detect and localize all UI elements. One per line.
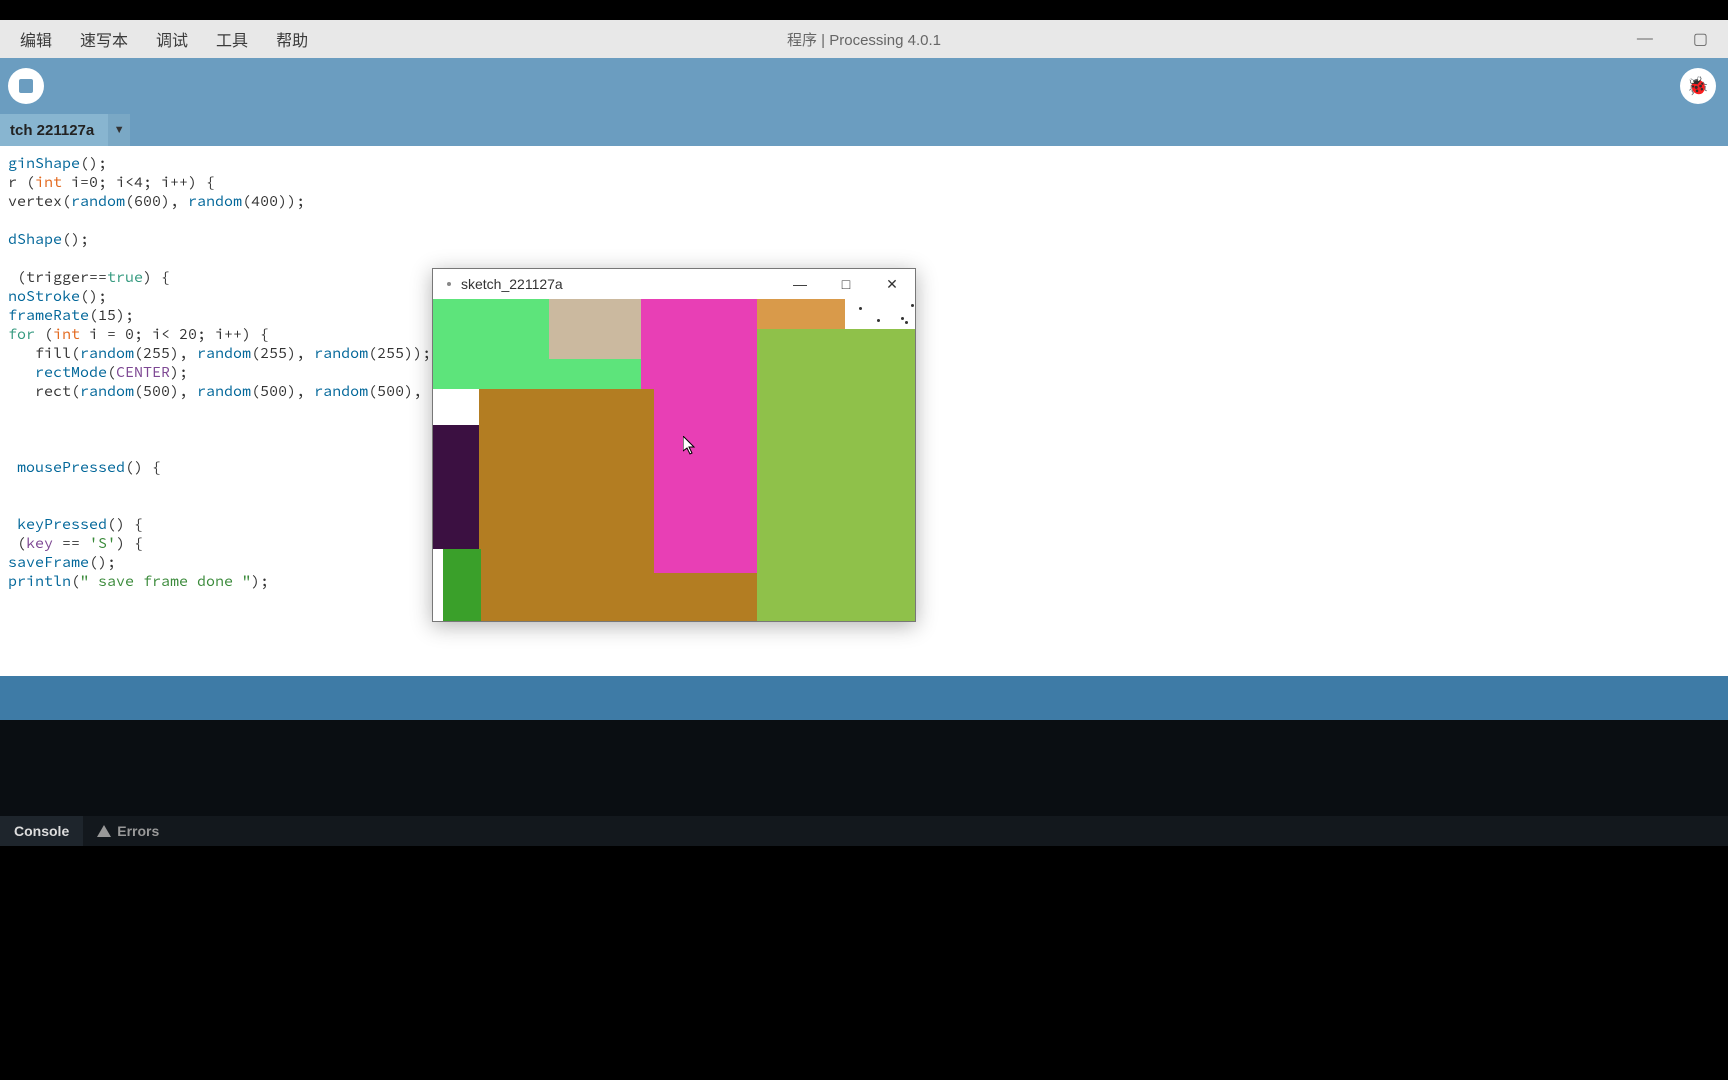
tab-bar: tch 221127a ▼ xyxy=(0,114,1728,146)
chevron-down-icon: ▼ xyxy=(114,124,125,136)
window-top-border xyxy=(0,0,1728,20)
menu-tools[interactable]: 工具 xyxy=(216,27,248,51)
stop-icon xyxy=(19,79,33,93)
sketch-rect xyxy=(654,573,757,621)
sketch-close-button[interactable]: ✕ xyxy=(869,269,915,299)
app-icon xyxy=(447,282,451,286)
tab-console[interactable]: Console xyxy=(0,816,83,846)
toolbar: 🐞 xyxy=(0,58,1728,114)
sketch-minimize-button[interactable]: — xyxy=(777,269,823,299)
sketch-titlebar[interactable]: sketch_221127a — □ ✕ xyxy=(433,269,915,299)
menu-debug[interactable]: 调试 xyxy=(156,27,188,51)
sketch-tab[interactable]: tch 221127a xyxy=(0,114,108,146)
maximize-icon[interactable]: ▢ xyxy=(1693,29,1708,49)
minimize-icon[interactable]: — xyxy=(1637,30,1653,48)
sketch-rect xyxy=(641,299,757,573)
menu-sketchbook[interactable]: 速写本 xyxy=(80,27,128,51)
window-title: 程序 | Processing 4.0.1 xyxy=(787,29,941,50)
sketch-rect xyxy=(757,329,915,621)
sketch-maximize-button[interactable]: □ xyxy=(823,269,869,299)
sketch-output-window[interactable]: sketch_221127a — □ ✕ xyxy=(432,268,916,622)
sketch-dot xyxy=(911,304,914,307)
warning-icon xyxy=(97,825,111,837)
console-tabs: Console Errors xyxy=(0,816,1728,846)
message-bar xyxy=(0,698,1728,720)
stop-button[interactable] xyxy=(8,68,44,104)
sketch-rect xyxy=(433,425,479,549)
menubar: 编辑 速写本 调试 工具 帮助 程序 | Processing 4.0.1 — … xyxy=(0,20,1728,58)
debug-button[interactable]: 🐞 xyxy=(1680,68,1716,104)
sketch-dot xyxy=(877,319,880,322)
sketch-dot xyxy=(905,321,908,324)
sketch-rect xyxy=(757,299,845,329)
sketch-window-title: sketch_221127a xyxy=(461,276,563,292)
sketch-canvas xyxy=(433,299,915,621)
status-bar xyxy=(0,676,1728,698)
tab-errors-label: Errors xyxy=(117,823,159,839)
sketch-rect xyxy=(549,299,641,359)
sketch-dot xyxy=(901,317,904,320)
sketch-dot xyxy=(859,307,862,310)
tab-errors[interactable]: Errors xyxy=(83,823,173,839)
menu-edit[interactable]: 编辑 xyxy=(20,27,52,51)
tab-dropdown[interactable]: ▼ xyxy=(108,114,130,146)
console-area xyxy=(0,720,1728,816)
sketch-rect xyxy=(479,389,654,621)
bug-icon: 🐞 xyxy=(1687,76,1709,97)
sketch-rect xyxy=(443,549,481,621)
menu-help[interactable]: 帮助 xyxy=(276,27,308,51)
